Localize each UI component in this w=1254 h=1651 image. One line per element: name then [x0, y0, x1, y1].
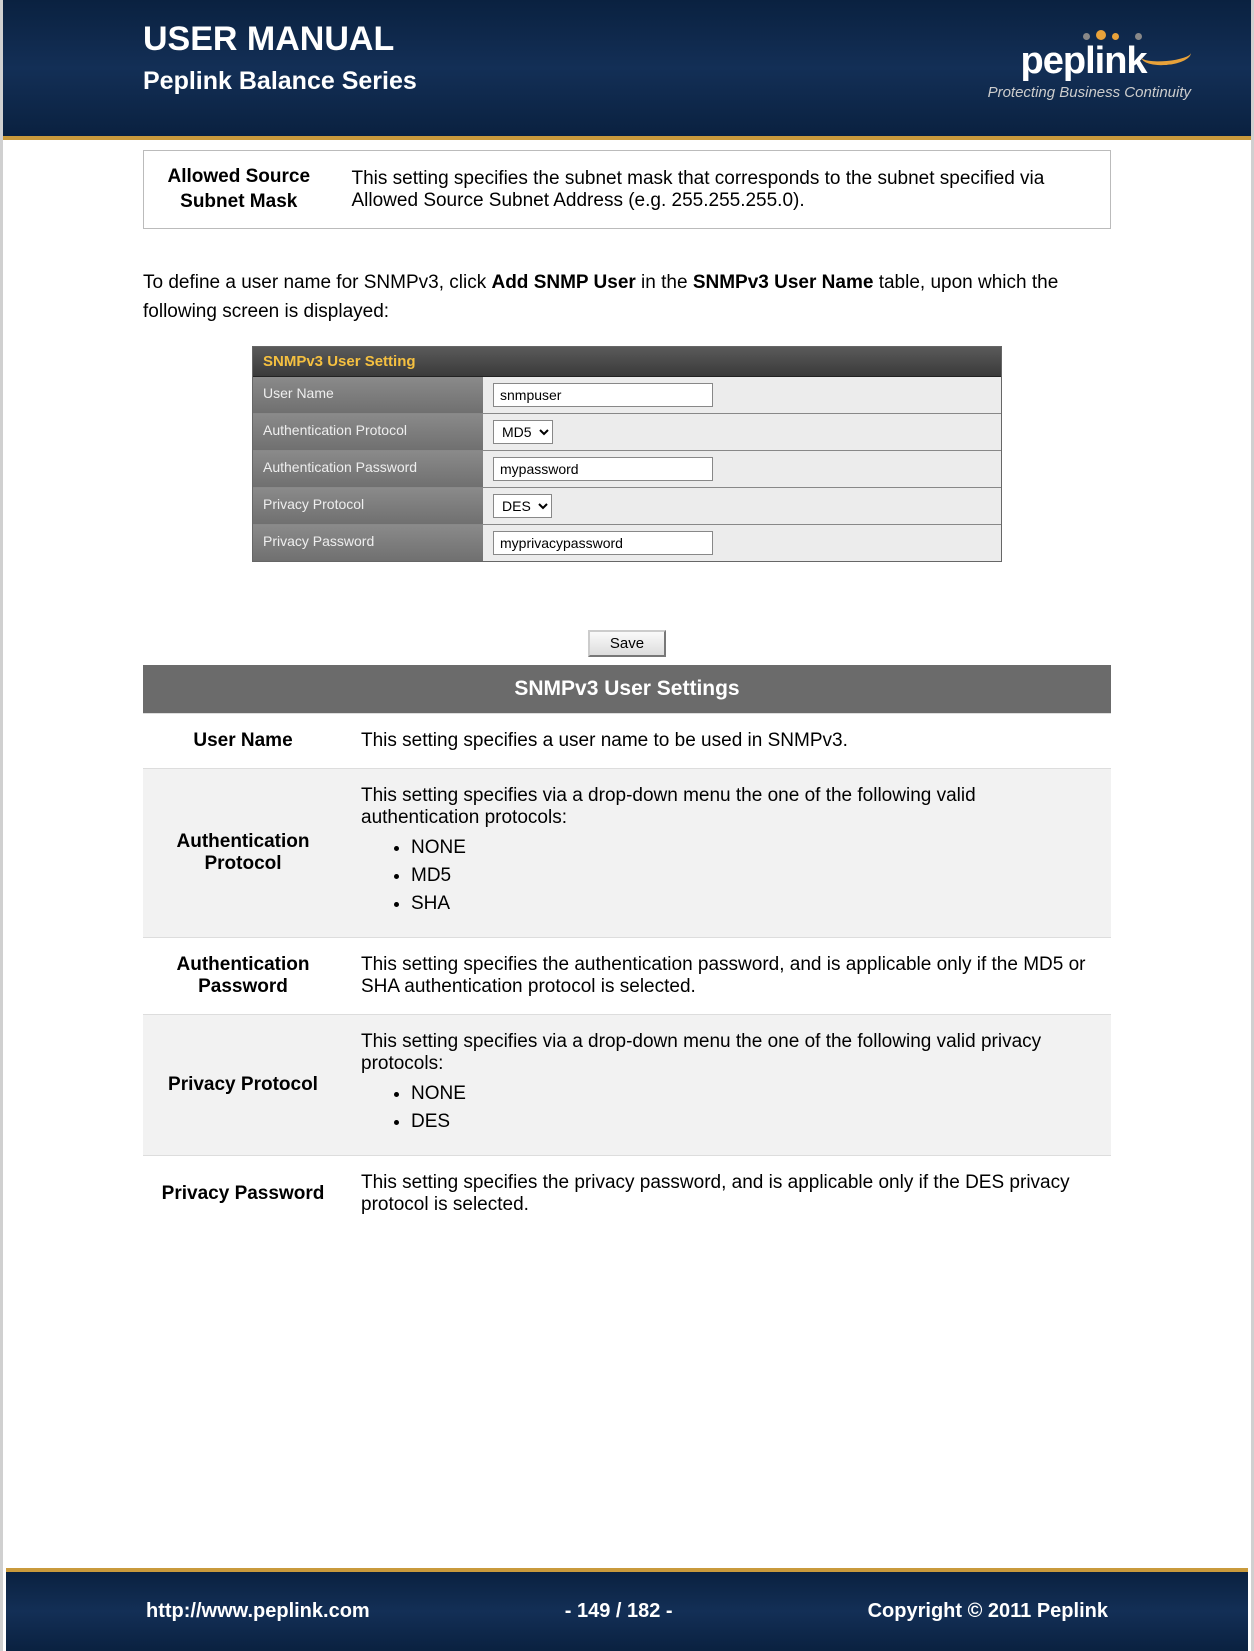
footer-copyright: Copyright © 2011 Peplink: [868, 1600, 1108, 1623]
snmpv3-form-row: Authentication Protocol MD5: [253, 413, 1001, 450]
settings-row-label: Privacy Password: [143, 1156, 343, 1233]
snmpv3-field-value-cell: [483, 525, 1001, 561]
snmpv3-form-row: Privacy Password: [253, 524, 1001, 561]
save-button-row: Save: [143, 612, 1111, 665]
settings-row-desc: This setting specifies the privacy passw…: [343, 1156, 1111, 1233]
snmpv3-field-label: Authentication Password: [253, 451, 483, 487]
snmpv3-panel-title: SNMPv3 User Setting: [253, 347, 1001, 377]
snmpv3-text-input[interactable]: [493, 457, 713, 481]
settings-row-desc-text: This setting specifies the privacy passw…: [361, 1172, 1093, 1216]
settings-row: Privacy Protocol This setting specifies v…: [143, 1015, 1111, 1156]
snmpv3-screenshot-container: SNMPv3 User Setting User NameAuthenticat…: [143, 346, 1111, 665]
allowed-source-table: Allowed Source Subnet Mask This setting …: [143, 150, 1111, 229]
snmpv3-text-input[interactable]: [493, 531, 713, 555]
settings-row-desc-text: This setting specifies a user name to be…: [361, 730, 1093, 752]
snmpv3-field-value-cell: DES: [483, 488, 1001, 524]
snmpv3-field-label: Authentication Protocol: [253, 414, 483, 450]
settings-row-desc-text: This setting specifies via a drop-down m…: [361, 1031, 1093, 1075]
settings-row-desc: This setting specifies via a drop-down m…: [343, 1015, 1111, 1156]
settings-row-label: Authentication Password: [143, 938, 343, 1015]
settings-row-label: Privacy Protocol: [143, 1015, 343, 1156]
instruction-bold-2: SNMPv3 User Name: [693, 272, 874, 293]
settings-option-item: DES: [411, 1111, 1093, 1133]
settings-options-list: NONE MD5 SHA: [361, 837, 1093, 915]
instruction-text: To define a user name for SNMPv3, click …: [143, 269, 1111, 326]
settings-row: Privacy Password This setting specifies t…: [143, 1156, 1111, 1233]
logo-swoosh-icon: [1140, 43, 1192, 67]
logo-tagline: Protecting Business Continuity: [988, 84, 1191, 101]
instruction-pre: To define a user name for SNMPv3, click: [143, 272, 491, 293]
settings-option-item: SHA: [411, 893, 1093, 915]
settings-row-label: User Name: [143, 714, 343, 769]
snmpv3-form-row: Privacy Protocol DES: [253, 487, 1001, 524]
snmpv3-select[interactable]: DES: [493, 494, 552, 518]
settings-row-desc: This setting specifies the authenticatio…: [343, 938, 1111, 1015]
page-footer: http://www.peplink.com - 149 / 182 - Cop…: [6, 1568, 1248, 1651]
settings-option-item: NONE: [411, 837, 1093, 859]
document-page: USER MANUAL Peplink Balance Series pepli…: [0, 0, 1254, 1651]
snmpv3-settings-table: SNMPv3 User Settings User Name This setti…: [143, 665, 1111, 1232]
snmpv3-field-label: User Name: [253, 377, 483, 413]
snmpv3-form-row: User Name: [253, 377, 1001, 413]
settings-row: Authentication Password This setting spec…: [143, 938, 1111, 1015]
settings-row-desc: This setting specifies a user name to be…: [343, 714, 1111, 769]
logo-text: peplink: [1021, 40, 1147, 82]
allowed-source-label: Allowed Source Subnet Mask: [144, 151, 334, 229]
settings-row-label: Authentication Protocol: [143, 769, 343, 938]
instruction-bold-1: Add SNMP User: [491, 272, 635, 293]
allowed-source-desc: This setting specifies the subnet mask t…: [334, 151, 1111, 229]
logo: peplink Protecting Business Continuity: [988, 30, 1191, 101]
snmpv3-form-row: Authentication Password: [253, 450, 1001, 487]
logo-dots-icon: [1083, 30, 1191, 40]
settings-row-desc-text: This setting specifies via a drop-down m…: [361, 785, 1093, 829]
settings-row-desc-text: This setting specifies the authenticatio…: [361, 954, 1093, 998]
snmpv3-field-value-cell: [483, 451, 1001, 487]
settings-row-desc: This setting specifies via a drop-down m…: [343, 769, 1111, 938]
save-button[interactable]: Save: [588, 630, 666, 657]
settings-row: Authentication Protocol This setting spec…: [143, 769, 1111, 938]
snmpv3-field-label: Privacy Protocol: [253, 488, 483, 524]
settings-table-title: SNMPv3 User Settings: [143, 665, 1111, 714]
snmpv3-field-value-cell: MD5: [483, 414, 1001, 450]
snmpv3-select[interactable]: MD5: [493, 420, 553, 444]
snmpv3-field-label: Privacy Password: [253, 525, 483, 561]
settings-row: User Name This setting specifies a user n…: [143, 714, 1111, 769]
instruction-mid: in the: [636, 272, 693, 293]
snmpv3-field-value-cell: [483, 377, 1001, 413]
snmpv3-text-input[interactable]: [493, 383, 713, 407]
page-content: Allowed Source Subnet Mask This setting …: [3, 140, 1251, 1232]
footer-url: http://www.peplink.com: [146, 1600, 370, 1623]
footer-page-number: - 149 / 182 -: [565, 1600, 673, 1623]
snmpv3-user-setting-panel: SNMPv3 User Setting User NameAuthenticat…: [252, 346, 1002, 562]
page-header: USER MANUAL Peplink Balance Series pepli…: [3, 0, 1251, 140]
settings-option-item: MD5: [411, 865, 1093, 887]
settings-option-item: NONE: [411, 1083, 1093, 1105]
settings-options-list: NONE DES: [361, 1083, 1093, 1133]
